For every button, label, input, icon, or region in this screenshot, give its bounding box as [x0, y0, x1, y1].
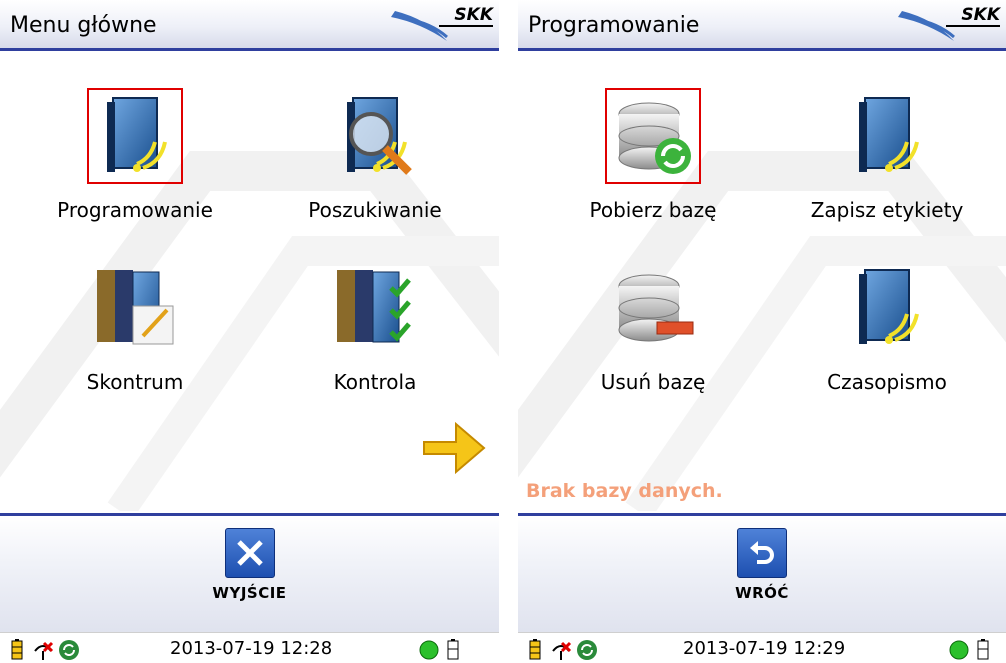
- book-search-icon: [333, 94, 417, 178]
- back-arrow-icon: [737, 528, 787, 578]
- tile-label: Zapisz etykiety: [810, 198, 964, 222]
- book-rfid-icon: [87, 88, 183, 184]
- sync-icon: [577, 640, 597, 660]
- book-rfid-icon: [845, 266, 929, 350]
- pobierz-baze-tile[interactable]: Pobierz bazę: [558, 88, 748, 244]
- status-datetime: 2013-07-19 12:29: [683, 638, 846, 659]
- czasopismo-tile[interactable]: Czasopismo: [792, 266, 982, 416]
- kontrola-tile[interactable]: Kontrola: [280, 266, 470, 416]
- exit-button-label: WYJŚCIE: [212, 584, 287, 602]
- zapisz-etykiety-tile[interactable]: Zapisz etykiety: [792, 94, 982, 244]
- status-green-icon: [949, 640, 969, 660]
- bottom-bar: WRÓĆ: [518, 513, 1006, 635]
- tile-label: Czasopismo: [827, 370, 947, 394]
- sync-icon: [59, 640, 79, 660]
- wireless-off-icon: [34, 641, 54, 660]
- usun-baze-tile[interactable]: Usuń bazę: [558, 266, 748, 416]
- status-bar: 2013-07-19 12:28: [0, 632, 499, 663]
- page-title: Programowanie: [528, 13, 700, 38]
- database-remove-icon: [611, 266, 695, 350]
- skk-logo: SKK: [894, 3, 1002, 43]
- tile-label: Pobierz bazę: [589, 198, 717, 222]
- programowanie-screen: Programowanie SKK Pobierz bazę Zapisz et…: [518, 0, 1006, 663]
- header: Programowanie SKK: [518, 0, 1006, 51]
- back-button-label: WRÓĆ: [735, 584, 789, 602]
- exit-button[interactable]: WYJŚCIE: [190, 528, 310, 628]
- skk-logo: SKK: [387, 3, 495, 43]
- programowanie-tile[interactable]: Programowanie: [40, 88, 230, 244]
- database-sync-icon: [605, 88, 701, 184]
- back-button[interactable]: WRÓĆ: [702, 528, 822, 628]
- page-title: Menu główne: [10, 13, 157, 38]
- tile-label: Skontrum: [86, 370, 184, 394]
- header: Menu główne SKK: [0, 0, 499, 51]
- battery-outline-icon: [977, 639, 989, 660]
- tile-label: Poszukiwanie: [308, 198, 442, 222]
- book-rfid-icon: [845, 94, 929, 178]
- status-datetime: 2013-07-19 12:28: [170, 638, 333, 659]
- close-icon: [224, 528, 275, 578]
- books-check-icon: [333, 266, 417, 350]
- tile-label: Usuń bazę: [600, 370, 706, 394]
- tile-label: Kontrola: [333, 370, 417, 394]
- skontrum-tile[interactable]: Skontrum: [40, 266, 230, 416]
- poszukiwanie-tile[interactable]: Poszukiwanie: [280, 94, 470, 244]
- wireless-off-icon: [552, 641, 572, 660]
- battery-outline-icon: [447, 639, 459, 660]
- tile-label: Programowanie: [57, 198, 213, 222]
- main-menu-screen: Menu główne SKK Programowanie Poszukiwan…: [0, 0, 499, 663]
- battery-icon: [11, 639, 23, 660]
- status-message: Brak bazy danych.: [526, 480, 723, 502]
- status-bar: 2013-07-19 12:29: [518, 632, 1006, 663]
- battery-icon: [529, 639, 541, 660]
- status-green-icon: [419, 640, 439, 660]
- arrow-right-icon[interactable]: [418, 418, 488, 478]
- books-edit-icon: [93, 266, 177, 350]
- bottom-bar: WYJŚCIE: [0, 513, 499, 635]
